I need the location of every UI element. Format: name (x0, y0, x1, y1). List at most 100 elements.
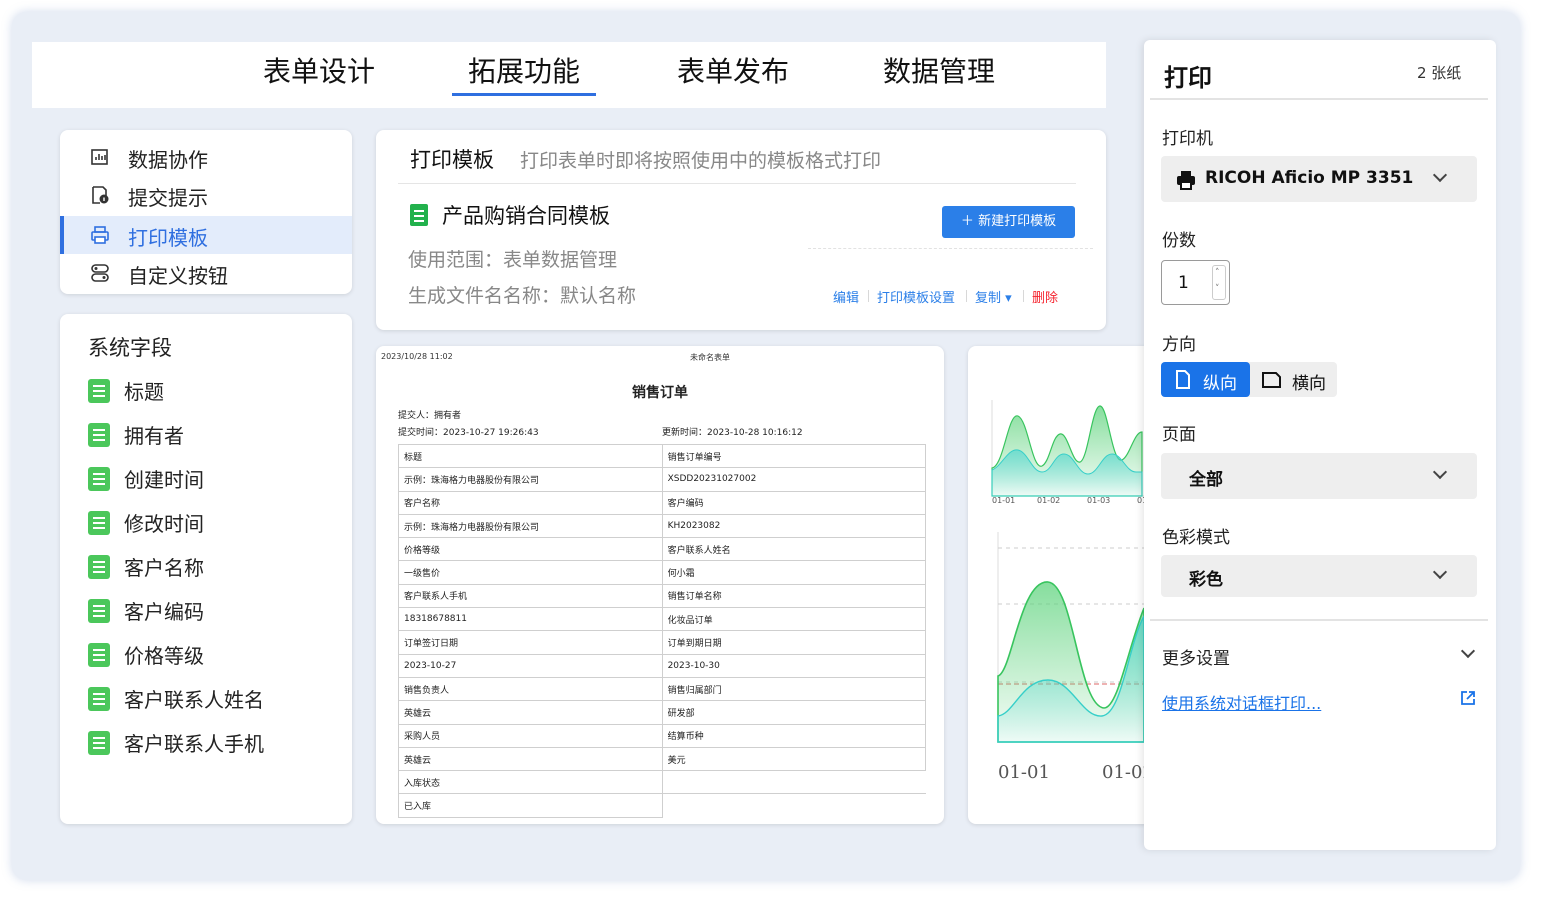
caret-down-icon: ▾ (1001, 291, 1012, 306)
field-doc-icon (88, 643, 110, 667)
preview-update-time: 更新时间：2023-10-28 10:16:12 (662, 428, 803, 438)
landscape-page-icon (1262, 372, 1281, 388)
field-doc-icon (88, 599, 110, 623)
preview-table-cell: 客户联系人手机 (398, 583, 663, 609)
top-tab-bar: 表单设计 拓展功能 表单发布 数据管理 (32, 42, 1106, 108)
printer-icon (91, 226, 109, 244)
color-mode-value: 彩色 (1189, 570, 1223, 590)
menu-item-label: 自定义按钮 (128, 264, 228, 288)
system-fields-panel: 系统字段 标题 拥有者 创建时间 修改时间 客户名称 客户编码 价格等级 客户联系人姓名 客户联… (60, 314, 352, 824)
preview-table-row: 英雄云 研发部 (398, 700, 927, 725)
template-scope: 使用范围：表单数据管理 (408, 249, 618, 271)
small-chart-cyan-area (991, 449, 1143, 497)
menu-item-print-template[interactable]: 打印模板 (60, 216, 352, 254)
preview-table-cell: 订单签订日期 (398, 630, 663, 655)
orientation-label: 方向 (1162, 335, 1196, 355)
preview-table-row: 2023-10-27 2023-10-30 (398, 653, 927, 678)
preview-table-row: 18318678811 化妆品订单 (398, 607, 927, 632)
landscape-option[interactable]: 横向 (1250, 362, 1337, 397)
tab-extensions[interactable]: 拓展功能 (452, 52, 596, 96)
preview-table-row: 标题 销售订单编号 (398, 443, 927, 469)
preview-table-row: 采购人员 结算币种 (398, 723, 927, 748)
pages-select[interactable]: 全部 (1161, 453, 1477, 499)
new-print-template-button[interactable]: ＋ 新建打印模板 (942, 206, 1075, 238)
chart-preview-card: 01-01 01-02 01-03 01 01-01 01-02 (968, 346, 1168, 824)
chevron-down-icon (1432, 564, 1448, 580)
preview-table-cell: 美元 (661, 746, 927, 772)
template-filename: 生成文件名名称：默认名称 (408, 285, 637, 307)
chevron-down-icon[interactable]: ˅ (1215, 284, 1220, 294)
preview-table-row: 订单签订日期 订单到期日期 (398, 630, 927, 655)
field-label: 修改时间 (124, 512, 204, 536)
preview-table-row: 入库状态 (398, 770, 926, 795)
preview-table-row: 销售负责人 销售归属部门 (398, 676, 927, 702)
preview-table-cell: 入库状态 (398, 770, 663, 795)
menu-item-label: 数据协作 (128, 148, 208, 172)
small-chart-tick: 01-01 (992, 496, 1015, 505)
divider (1150, 98, 1488, 100)
preview-submit-time: 提交时间：2023-10-27 19:26:43 (398, 428, 539, 438)
preview-table-cell: 订单到期日期 (661, 630, 927, 655)
print-template-subheading: 打印表单时即将按照使用中的模板格式打印 (520, 150, 882, 172)
pages-label: 页面 (1162, 425, 1196, 445)
plus-icon: ＋ (960, 214, 979, 229)
preview-table-row: 已入库 (398, 793, 926, 818)
preview-table: 标题 销售订单编号 示例：珠海格力电器股份有限公司 XSDD20231027002 客户… (398, 443, 927, 818)
chevron-up-icon[interactable]: ˄ (1215, 268, 1220, 278)
tab-data-management[interactable]: 数据管理 (876, 52, 1002, 96)
menu-item-submit-tip[interactable]: 提交提示 (60, 176, 352, 214)
preview-timestamp: 2023/10/28 11:02 (381, 352, 453, 361)
field-label: 价格等级 (124, 644, 204, 668)
copy-link[interactable]: 复制 ▾ (975, 287, 1012, 306)
menu-item-data-collab[interactable]: 数据协作 (60, 138, 352, 176)
chevron-down-icon (1432, 167, 1448, 183)
preview-table-cell: 一级售价 (398, 560, 663, 585)
portrait-option[interactable]: 纵向 (1161, 362, 1250, 397)
preview-table-row: 价格等级 客户联系人姓名 (398, 537, 927, 562)
tab-form-design[interactable]: 表单设计 (256, 52, 382, 96)
printer-label: 打印机 (1162, 129, 1213, 149)
field-label: 创建时间 (124, 468, 204, 492)
color-mode-select[interactable]: 彩色 (1161, 555, 1477, 597)
print-title: 打印 (1164, 64, 1212, 92)
data-collab-icon (91, 149, 108, 165)
preview-table-row: 客户名称 客户编码 (398, 490, 927, 515)
preview-table-cell: 18318678811 (398, 607, 663, 632)
copies-spinner[interactable]: 1 ˄ ˅ (1161, 260, 1230, 305)
template-settings-link[interactable]: 打印模板设置 (877, 287, 955, 306)
small-chart-tick: 01-03 (1087, 496, 1110, 505)
field-doc-icon (88, 731, 110, 755)
more-settings-toggle[interactable]: 更多设置 (1144, 638, 1496, 672)
preview-table-cell: 2023-10-27 (398, 653, 663, 678)
menu-item-label: 打印模板 (128, 226, 208, 250)
tab-form-publish[interactable]: 表单发布 (670, 52, 796, 96)
orientation-toggle: 纵向 横向 (1161, 362, 1337, 397)
preview-table-cell: 何小霜 (661, 560, 927, 585)
separator (868, 290, 869, 302)
field-label: 标题 (124, 380, 164, 404)
wave-chart-preview: 01-01 01-02 01-03 01 01-01 01-02 (991, 400, 1158, 783)
preview-table-cell: KH2023082 (661, 513, 927, 539)
open-external-icon[interactable] (1460, 690, 1476, 706)
system-dialog-link[interactable]: 使用系统对话框打印... (1162, 690, 1321, 714)
printer-select[interactable]: RICOH Aficio MP 3351 (1161, 156, 1477, 202)
preview-form-name: 未命名表单 (690, 353, 730, 362)
color-mode-label: 色彩模式 (1162, 528, 1230, 548)
preview-table-cell: 销售订单名称 (661, 583, 927, 609)
field-label: 客户联系人姓名 (124, 688, 264, 712)
preview-table-cell: 价格等级 (398, 537, 663, 562)
delete-link[interactable]: 删除 (1032, 287, 1058, 306)
portrait-page-icon (1176, 370, 1190, 389)
more-settings-label: 更多设置 (1162, 649, 1230, 669)
extension-menu: 数据协作 提交提示 打印模板 自定义按钮 (60, 130, 352, 294)
preview-submitter: 提交人：拥有者 (398, 411, 462, 421)
copies-stepper[interactable]: ˄ ˅ (1212, 265, 1226, 300)
preview-table-cell: 2023-10-30 (661, 653, 927, 678)
printer-icon (1177, 171, 1195, 190)
menu-item-custom-button[interactable]: 自定义按钮 (60, 254, 352, 292)
preview-table-cell: 销售负责人 (398, 676, 663, 702)
field-label: 客户名称 (124, 556, 204, 580)
landscape-label: 横向 (1292, 374, 1326, 394)
edit-link[interactable]: 编辑 (833, 287, 859, 306)
field-label: 客户联系人手机 (124, 732, 264, 756)
